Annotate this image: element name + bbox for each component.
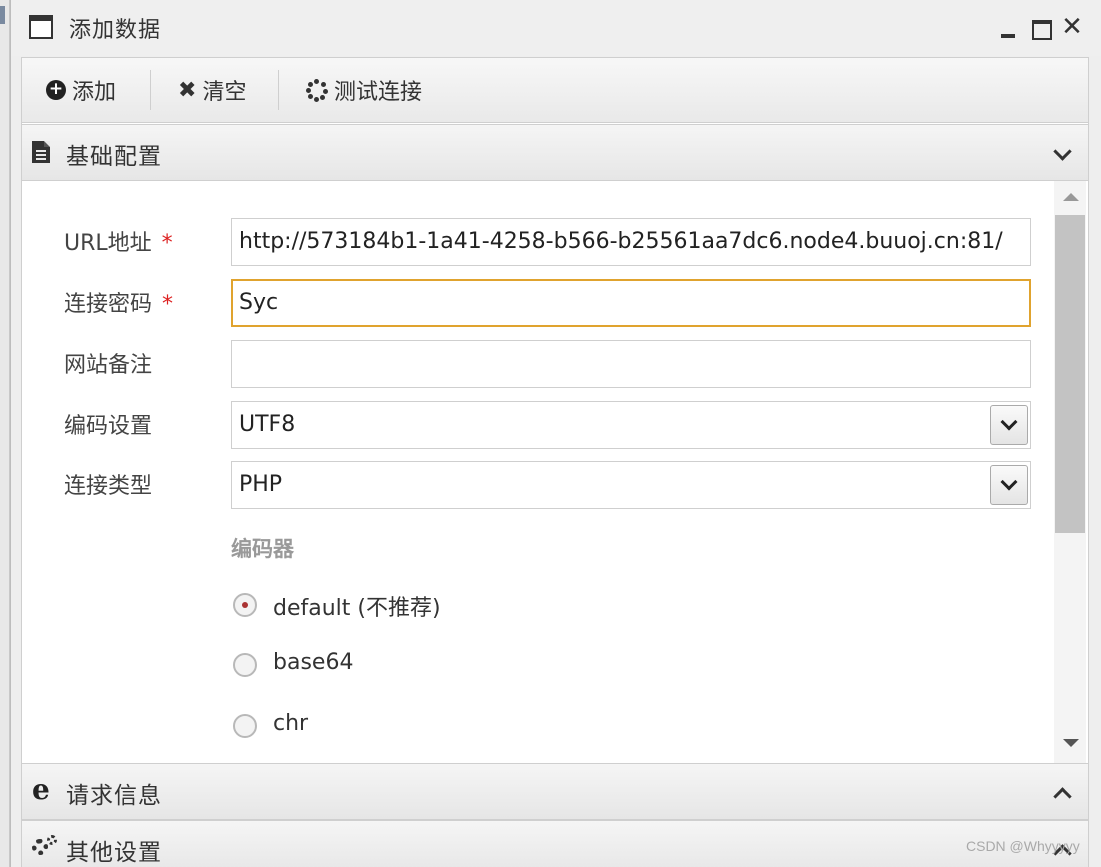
toolbar-separator [278, 70, 279, 110]
note-label: 网站备注 [64, 353, 153, 378]
encoding-select[interactable]: UTF8 [231, 401, 1031, 449]
watermark: CSDN @Whyyyyy [966, 838, 1080, 854]
encoder-option-label[interactable]: default (不推荐) [273, 590, 441, 622]
toolbar: + 添加 ✖ 清空 测试连接 [22, 58, 1088, 123]
encoding-value: UTF8 [239, 412, 296, 437]
required-mark: * [162, 292, 174, 317]
dialog-body: + 添加 ✖ 清空 测试连接 基础配置 URL地址 * http://57318… [21, 57, 1089, 867]
conn-type-label: 连接类型 [64, 474, 153, 499]
chevron-up-icon[interactable] [1052, 782, 1074, 804]
scroll-down-arrow-icon[interactable] [1063, 739, 1079, 747]
encoder-radio-chr[interactable] [233, 714, 257, 738]
dropdown-chevron-icon[interactable] [990, 465, 1028, 505]
url-label: URL地址 * [64, 231, 173, 256]
section-label-other: 其他设置 [66, 840, 162, 866]
document-icon [32, 141, 50, 163]
section-header-other[interactable]: 其他设置 [22, 820, 1088, 867]
password-input[interactable]: Syc [231, 279, 1031, 327]
conn-type-value: PHP [239, 472, 283, 497]
minimize-button[interactable] [995, 12, 1021, 42]
x-icon: ✖ [178, 77, 197, 103]
plus-circle-icon: + [46, 80, 66, 100]
vertical-scrollbar[interactable] [1054, 181, 1086, 763]
background-window-edge [0, 0, 10, 867]
maximize-button[interactable] [1027, 12, 1053, 42]
encoder-radio-base64[interactable] [233, 653, 257, 677]
basic-config-panel: URL地址 * http://573184b1-1a41-4258-b566-b2… [22, 181, 1088, 763]
clear-button[interactable]: ✖ 清空 [178, 68, 246, 112]
add-button-label: 添加 [72, 80, 117, 105]
required-mark: * [161, 231, 173, 256]
title-bar[interactable]: 添加数据 ✕ [11, 0, 1101, 56]
conn-type-select[interactable]: PHP [231, 461, 1031, 509]
dialog-title: 添加数据 [69, 18, 162, 43]
encoder-option-label[interactable]: base64 [273, 650, 353, 675]
gears-icon [32, 835, 58, 857]
dropdown-chevron-icon[interactable] [990, 405, 1028, 445]
encoder-radio-default[interactable] [233, 593, 257, 617]
encoder-option-label[interactable]: chr [273, 711, 308, 736]
window-icon [29, 15, 53, 39]
spinner-icon [306, 79, 328, 102]
url-input[interactable]: http://573184b1-1a41-4258-b566-b25561aa7… [231, 218, 1031, 266]
add-button[interactable]: + 添加 [46, 68, 116, 112]
section-label-basic: 基础配置 [66, 144, 162, 170]
encoding-label: 编码设置 [64, 414, 153, 439]
section-header-request[interactable]: e 请求信息 [22, 763, 1088, 820]
scrollbar-thumb[interactable] [1055, 215, 1085, 533]
close-button[interactable]: ✕ [1059, 12, 1085, 42]
password-label: 连接密码 * [64, 292, 174, 317]
toolbar-separator [150, 70, 151, 110]
clear-button-label: 清空 [202, 80, 247, 105]
test-connection-label: 测试连接 [334, 80, 423, 105]
note-input[interactable] [231, 340, 1031, 388]
scroll-up-arrow-icon[interactable] [1063, 193, 1079, 201]
section-label-request: 请求信息 [66, 783, 162, 809]
add-data-dialog: 添加数据 ✕ + 添加 ✖ 清空 测试连接 基础配置 URL地址 * http:… [10, 0, 1101, 867]
test-connection-button[interactable]: 测试连接 [306, 68, 422, 112]
encoder-group-label: 编码器 [231, 537, 294, 561]
ie-logo-icon: e [32, 773, 50, 806]
background-window-mark [0, 6, 5, 24]
section-header-basic[interactable]: 基础配置 [22, 124, 1088, 181]
chevron-down-icon[interactable] [1052, 143, 1074, 165]
